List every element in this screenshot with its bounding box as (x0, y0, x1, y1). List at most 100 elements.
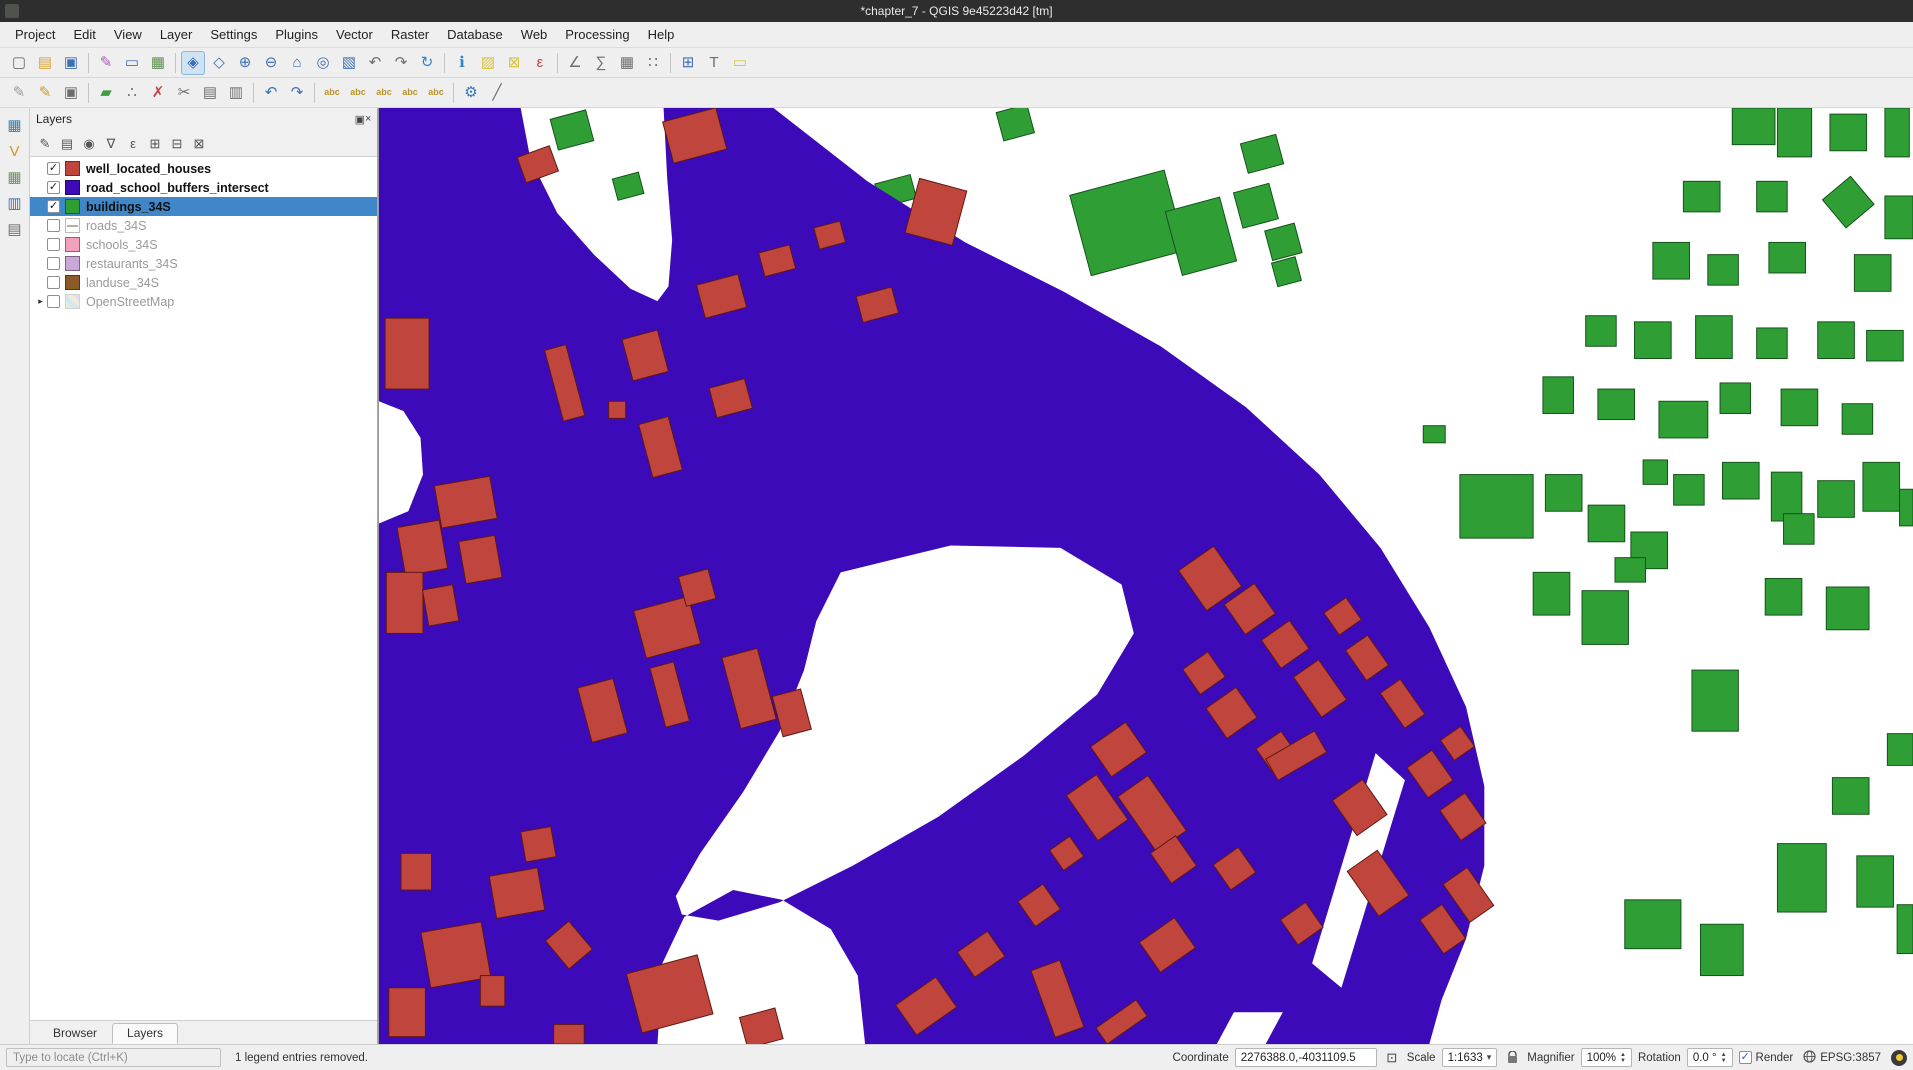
vertex-tool-button[interactable]: ∴ (120, 81, 144, 105)
layer-visibility-checkbox[interactable]: ✓ (47, 162, 60, 175)
panel-tab-browser[interactable]: Browser (38, 1023, 112, 1044)
cut-features-button[interactable]: ✂ (172, 81, 196, 105)
layer-visibility-checkbox[interactable] (47, 257, 60, 270)
layer-item-well_located_houses[interactable]: ✓well_located_houses (30, 159, 377, 178)
field-calculator-button[interactable]: ∷ (641, 51, 665, 75)
open-project-button[interactable]: ▤ (33, 51, 57, 75)
layer-labeling-button[interactable]: abc (320, 81, 344, 105)
messages-bubble-icon[interactable] (1891, 1050, 1907, 1066)
menu-view[interactable]: View (105, 22, 151, 47)
pin-labels-button[interactable]: abc (372, 81, 396, 105)
move-label-button[interactable]: abc (398, 81, 422, 105)
locate-input[interactable]: Type to locate (Ctrl+K) (6, 1048, 221, 1067)
menu-settings[interactable]: Settings (201, 22, 266, 47)
panel-close-button[interactable]: × (365, 111, 371, 127)
layer-item-restaurants_34s[interactable]: restaurants_34S (30, 254, 377, 273)
zoom-to-layer-button[interactable]: ▧ (337, 51, 361, 75)
menu-help[interactable]: Help (639, 22, 684, 47)
identify-features-button[interactable]: ℹ (450, 51, 474, 75)
data-source-manager-button[interactable]: ▦ (3, 113, 27, 137)
panel-dock-button[interactable]: ▣ (355, 111, 365, 127)
open-layer-styling-button[interactable]: ✎ (35, 133, 55, 153)
save-layer-edits-button[interactable]: ▣ (59, 81, 83, 105)
paste-features-button[interactable]: ▥ (224, 81, 248, 105)
layer-item-openstreetmap[interactable]: ▸OpenStreetMap (30, 292, 377, 311)
layer-diagram-button[interactable]: abc (346, 81, 370, 105)
new-map-view-button[interactable]: ⊞ (676, 51, 700, 75)
redo-button[interactable]: ↷ (285, 81, 309, 105)
menu-vector[interactable]: Vector (327, 22, 382, 47)
menu-layer[interactable]: Layer (151, 22, 202, 47)
zoom-to-selection-button[interactable]: ◎ (311, 51, 335, 75)
undo-button[interactable]: ↶ (259, 81, 283, 105)
layer-visibility-checkbox[interactable] (47, 219, 60, 232)
map-canvas[interactable] (378, 108, 1913, 1044)
zoom-next-button[interactable]: ↷ (389, 51, 413, 75)
rotation-spin[interactable]: 0.0 ° ▲▼ (1687, 1048, 1733, 1067)
processing-toolbox-button[interactable]: ⚙ (459, 81, 483, 105)
menu-web[interactable]: Web (512, 22, 557, 47)
crs-button[interactable]: EPSG:3857 (1799, 1050, 1885, 1066)
zoom-full-button[interactable]: ⌂ (285, 51, 309, 75)
collapse-all-button[interactable]: ⊟ (167, 133, 187, 153)
statistical-summary-button[interactable]: ∑ (589, 51, 613, 75)
panel-tab-layers[interactable]: Layers (112, 1023, 178, 1044)
zoom-out-button[interactable]: ⊖ (259, 51, 283, 75)
menu-database[interactable]: Database (438, 22, 512, 47)
scale-combo[interactable]: 1:1633 ▾ (1442, 1048, 1498, 1067)
open-attribute-table-button[interactable]: ▦ (615, 51, 639, 75)
menu-plugins[interactable]: Plugins (266, 22, 327, 47)
deselect-features-button[interactable]: ⊠ (502, 51, 526, 75)
style-manager-button[interactable]: ✎ (94, 51, 118, 75)
new-print-layout-button[interactable]: ▭ (120, 51, 144, 75)
add-vector-layer-button[interactable]: V (3, 139, 27, 163)
add-raster-layer-button[interactable]: ▦ (3, 165, 27, 189)
text-annotation-button[interactable]: T (702, 51, 726, 75)
remove-layer-button[interactable]: ⊠ (189, 133, 209, 153)
layer-item-roads_34s[interactable]: roads_34S (30, 216, 377, 235)
layer-visibility-checkbox[interactable] (47, 276, 60, 289)
copy-features-button[interactable]: ▤ (198, 81, 222, 105)
menu-raster[interactable]: Raster (382, 22, 438, 47)
map-tips-button[interactable]: ▭ (728, 51, 752, 75)
menu-project[interactable]: Project (6, 22, 64, 47)
magnifier-spin[interactable]: 100% ▲▼ (1581, 1048, 1632, 1067)
add-polygon-feature-button[interactable]: ▰ (94, 81, 118, 105)
layer-item-landuse_34s[interactable]: landuse_34S (30, 273, 377, 292)
menu-edit[interactable]: Edit (64, 22, 104, 47)
pan-map-button[interactable]: ◈ (181, 51, 205, 75)
menu-processing[interactable]: Processing (556, 22, 638, 47)
zoom-last-button[interactable]: ↶ (363, 51, 387, 75)
render-checkbox[interactable]: ✓ Render (1739, 1051, 1794, 1064)
coordinate-input[interactable]: 2276388.0,-4031109.5 (1235, 1048, 1377, 1067)
pan-to-selection-button[interactable]: ◇ (207, 51, 231, 75)
annotation-line-button[interactable]: ╱ (485, 81, 509, 105)
change-label-button[interactable]: abc (424, 81, 448, 105)
toggle-editing-button[interactable]: ✎ (33, 81, 57, 105)
measure-line-button[interactable]: ∠ (563, 51, 587, 75)
layer-visibility-checkbox[interactable] (47, 295, 60, 308)
save-project-button[interactable]: ▣ (59, 51, 83, 75)
layer-item-schools_34s[interactable]: schools_34S (30, 235, 377, 254)
extents-toggle-icon[interactable]: ⊡ (1383, 1049, 1401, 1067)
expand-all-button[interactable]: ⊞ (145, 133, 165, 153)
current-edits-button[interactable]: ✎ (7, 81, 31, 105)
delete-selected-button[interactable]: ✗ (146, 81, 170, 105)
expander-icon[interactable]: ▸ (34, 296, 47, 307)
manage-map-themes-button[interactable]: ◉ (79, 133, 99, 153)
new-project-button[interactable]: ▢ (7, 51, 31, 75)
lock-scale-icon[interactable] (1503, 1049, 1521, 1067)
select-features-button[interactable]: ▨ (476, 51, 500, 75)
select-by-expression-button[interactable]: ε (528, 51, 552, 75)
layer-item-buildings_34s[interactable]: ✓buildings_34S (30, 197, 377, 216)
layer-visibility-checkbox[interactable]: ✓ (47, 200, 60, 213)
layer-visibility-checkbox[interactable]: ✓ (47, 181, 60, 194)
layout-manager-button[interactable]: ▦ (146, 51, 170, 75)
add-web-layer-button[interactable]: ▤ (3, 217, 27, 241)
zoom-in-button[interactable]: ⊕ (233, 51, 257, 75)
map-refresh-button[interactable]: ↻ (415, 51, 439, 75)
map-svg[interactable] (379, 108, 1913, 1044)
layer-item-road_school_buffers_intersect[interactable]: ✓road_school_buffers_intersect (30, 178, 377, 197)
filter-legend-button[interactable]: ∇ (101, 133, 121, 153)
add-group-button[interactable]: ▤ (57, 133, 77, 153)
